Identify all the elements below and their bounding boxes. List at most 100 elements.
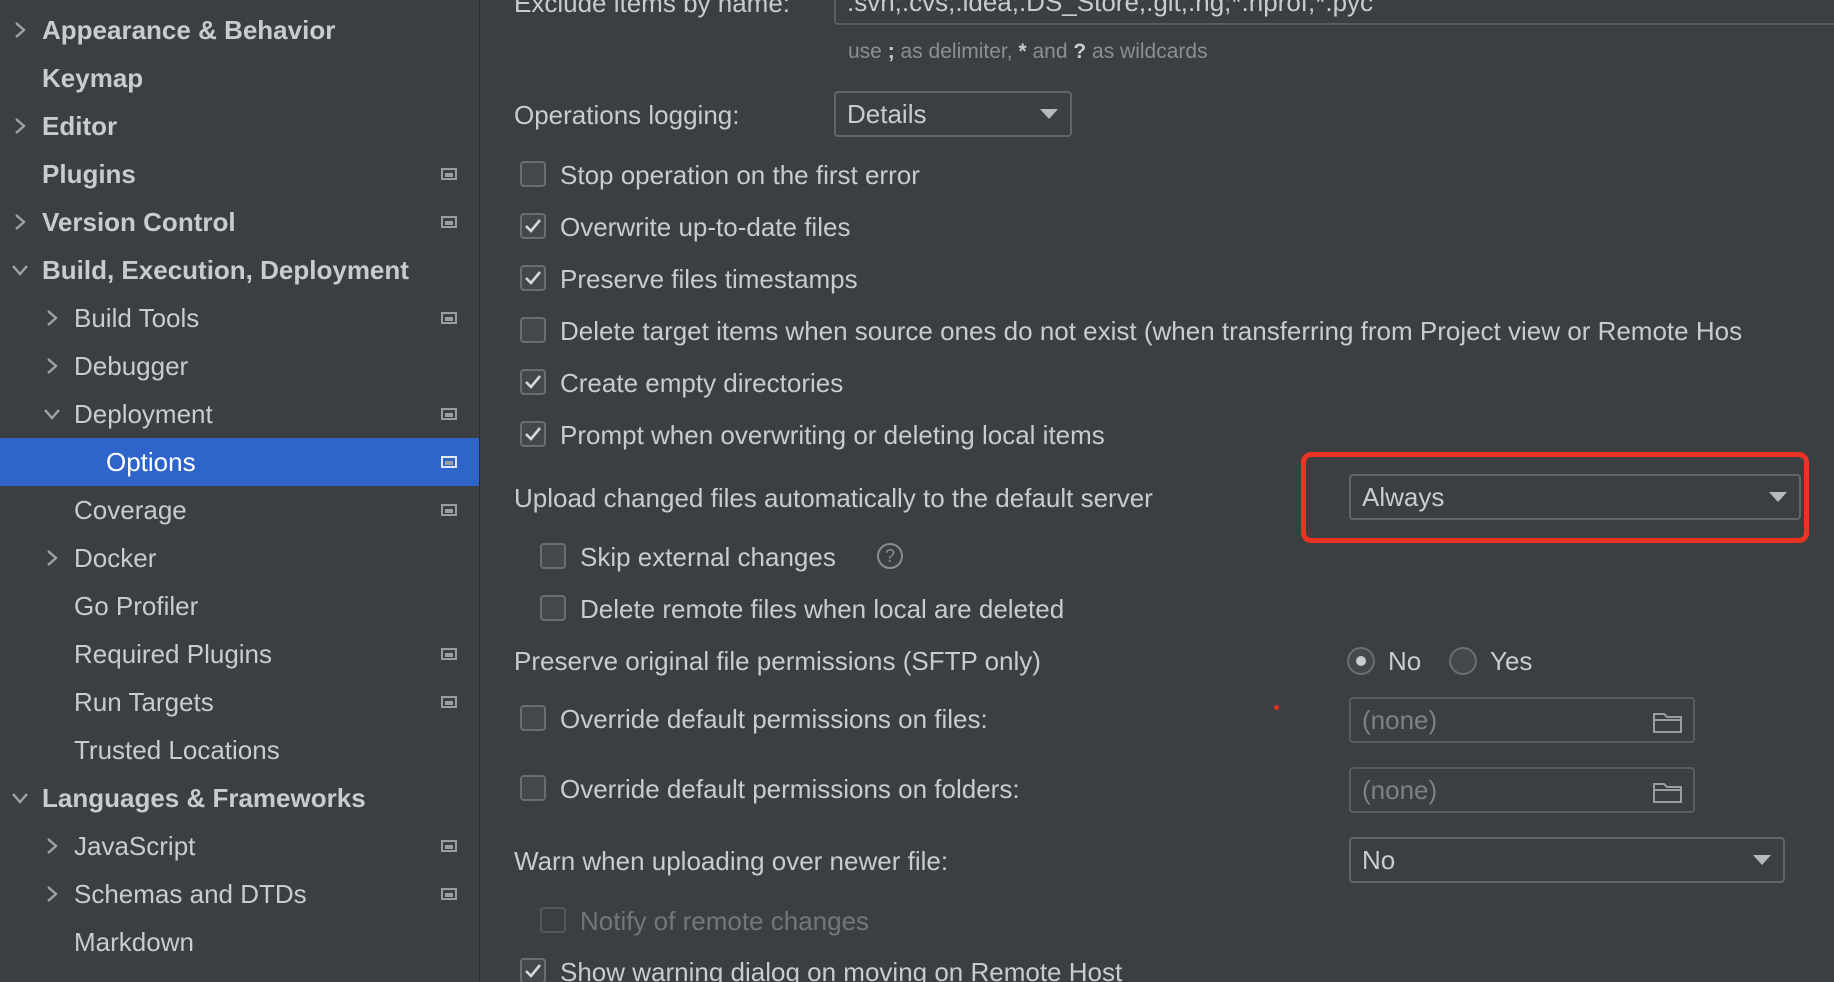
preserve-permissions-no-radio[interactable]	[1347, 647, 1375, 675]
settings-sidebar: Appearance & Behavior Keymap Editor Plug…	[0, 0, 480, 982]
sidebar-item-editor[interactable]: Editor	[0, 102, 479, 150]
preserve-timestamps-label: Preserve files timestamps	[560, 264, 858, 294]
chevron-right-icon[interactable]	[42, 308, 62, 328]
sidebar-item-label: Debugger	[74, 350, 189, 381]
sidebar-item-options[interactable]: Options	[0, 438, 479, 486]
override-folders-checkbox[interactable]	[520, 775, 546, 801]
notify-remote-label: Notify of remote changes	[580, 906, 870, 936]
sidebar-item-label: Deployment	[74, 398, 213, 429]
chevron-right-icon[interactable]	[10, 116, 30, 136]
project-level-icon	[441, 168, 457, 180]
project-level-icon	[441, 888, 457, 900]
highlight-annotation-box	[1301, 452, 1809, 543]
hint-text: as delimiter,	[900, 40, 1013, 63]
override-files-input[interactable]: (none)	[1349, 697, 1695, 743]
checkmark-icon	[525, 271, 542, 285]
override-files-value: (none)	[1362, 704, 1438, 735]
sidebar-item-build-execution-deployment[interactable]: Build, Execution, Deployment	[0, 246, 479, 294]
sidebar-item-docker[interactable]: Docker	[0, 534, 479, 582]
checkmark-icon	[525, 375, 542, 389]
show-warning-dialog-label: Show warning dialog on moving on Remote …	[560, 957, 1123, 982]
folder-icon[interactable]	[1653, 779, 1683, 810]
sidebar-item-label: Build Tools	[74, 302, 200, 333]
red-dot-marker	[1274, 705, 1279, 710]
sidebar-item-go-profiler[interactable]: Go Profiler	[0, 582, 479, 630]
override-files-checkbox[interactable]	[520, 705, 546, 731]
chevron-down-icon[interactable]	[10, 260, 30, 280]
dropdown-arrow-icon	[1040, 109, 1058, 119]
override-files-label: Override default permissions on files:	[560, 704, 988, 734]
chevron-down-icon[interactable]	[42, 404, 62, 424]
chevron-right-icon[interactable]	[42, 356, 62, 376]
show-warning-dialog-checkbox[interactable]	[520, 958, 546, 982]
sidebar-item-schemas-dtds[interactable]: Schemas and DTDs	[0, 870, 479, 918]
preserve-permissions-label: Preserve original file permissions (SFTP…	[514, 646, 1041, 676]
sidebar-item-keymap[interactable]: Keymap	[0, 54, 479, 102]
overwrite-uptodate-checkbox[interactable]	[520, 213, 546, 239]
preserve-permissions-yes-label: Yes	[1490, 646, 1533, 676]
sidebar-item-label: Appearance & Behavior	[42, 14, 336, 45]
hint-text: and	[1032, 40, 1068, 63]
sidebar-item-languages-frameworks[interactable]: Languages & Frameworks	[0, 774, 479, 822]
prompt-overwrite-label: Prompt when overwriting or deleting loca…	[560, 420, 1105, 450]
warn-newer-value: No	[1362, 844, 1396, 875]
sidebar-item-label: Keymap	[42, 62, 144, 93]
sidebar-item-markdown[interactable]: Markdown	[0, 918, 479, 966]
create-empty-dirs-checkbox[interactable]	[520, 369, 546, 395]
override-folders-input[interactable]: (none)	[1349, 767, 1695, 813]
preserve-permissions-no-label: No	[1388, 646, 1422, 676]
preserve-timestamps-checkbox[interactable]	[520, 265, 546, 291]
stop-on-error-label: Stop operation on the first error	[560, 160, 920, 190]
sidebar-item-build-tools[interactable]: Build Tools	[0, 294, 479, 342]
exclude-hint: use ; as delimiter, * and ? as wildcards	[848, 40, 1208, 64]
sidebar-item-label: Options	[106, 446, 196, 477]
prompt-overwrite-checkbox[interactable]	[520, 421, 546, 447]
warn-newer-dropdown[interactable]: No	[1349, 837, 1785, 883]
stop-on-error-checkbox[interactable]	[520, 161, 546, 187]
project-level-icon	[441, 840, 457, 852]
notify-remote-checkbox[interactable]	[540, 907, 566, 933]
chevron-right-icon[interactable]	[42, 836, 62, 856]
sidebar-item-appearance-behavior[interactable]: Appearance & Behavior	[0, 6, 479, 54]
skip-external-checkbox[interactable]	[540, 543, 566, 569]
chevron-right-icon[interactable]	[42, 548, 62, 568]
chevron-down-icon[interactable]	[10, 788, 30, 808]
hint-text: as wildcards	[1092, 40, 1208, 63]
sidebar-item-deployment[interactable]: Deployment	[0, 390, 479, 438]
override-folders-label: Override default permissions on folders:	[560, 774, 1020, 804]
help-icon[interactable]: ?	[877, 543, 903, 569]
sidebar-item-javascript[interactable]: JavaScript	[0, 822, 479, 870]
sidebar-item-trusted-locations[interactable]: Trusted Locations	[0, 726, 479, 774]
checkmark-icon	[525, 964, 542, 978]
sidebar-item-label: Plugins	[42, 158, 136, 189]
project-level-icon	[441, 456, 457, 468]
sidebar-item-debugger[interactable]: Debugger	[0, 342, 479, 390]
operations-logging-value: Details	[847, 98, 927, 129]
delete-remote-checkbox[interactable]	[540, 595, 566, 621]
project-level-icon	[441, 408, 457, 420]
chevron-right-icon[interactable]	[10, 212, 30, 232]
sidebar-item-plugins[interactable]: Plugins	[0, 150, 479, 198]
project-level-icon	[441, 504, 457, 516]
sidebar-item-required-plugins[interactable]: Required Plugins	[0, 630, 479, 678]
sidebar-item-run-targets[interactable]: Run Targets	[0, 678, 479, 726]
folder-icon[interactable]	[1653, 709, 1683, 740]
project-level-icon	[441, 648, 457, 660]
sidebar-item-version-control[interactable]: Version Control	[0, 198, 479, 246]
delete-remote-label: Delete remote files when local are delet…	[580, 594, 1065, 624]
sidebar-item-label: Run Targets	[74, 686, 214, 717]
chevron-right-icon[interactable]	[10, 20, 30, 40]
exclude-items-input[interactable]: .svn;.cvs;.idea;.DS_Store;.git;.hg;*.hpr…	[834, 0, 1834, 25]
dropdown-arrow-icon	[1753, 855, 1771, 865]
operations-logging-dropdown[interactable]: Details	[834, 91, 1072, 137]
exclude-items-value: .svn;.cvs;.idea;.DS_Store;.git;.hg;*.hpr…	[847, 0, 1374, 17]
chevron-right-icon[interactable]	[42, 884, 62, 904]
hint-symbol: ;	[887, 40, 895, 63]
sidebar-item-coverage[interactable]: Coverage	[0, 486, 479, 534]
sidebar-item-label: Build, Execution, Deployment	[42, 254, 409, 285]
checkmark-icon	[525, 219, 542, 233]
sidebar-item-label: Trusted Locations	[74, 734, 280, 765]
sidebar-item-label: Docker	[74, 542, 157, 573]
preserve-permissions-yes-radio[interactable]	[1449, 647, 1477, 675]
delete-target-checkbox[interactable]	[520, 317, 546, 343]
